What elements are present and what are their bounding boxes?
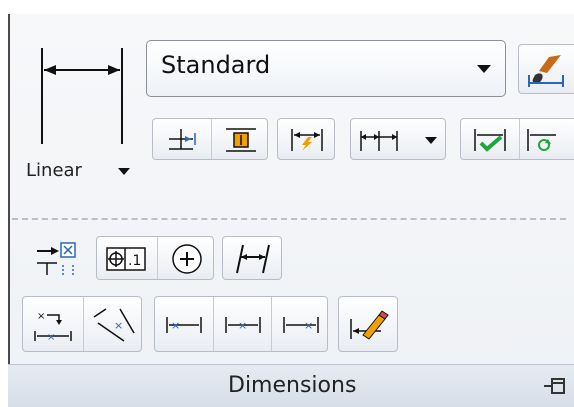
inspect-dimension-icon	[226, 128, 256, 152]
left-justify-icon: ×	[166, 317, 202, 333]
update-group	[460, 118, 574, 160]
svg-text:×: ×	[238, 319, 247, 332]
feature-control-button[interactable]: .1	[97, 237, 157, 279]
baseline-continue-split-button[interactable]	[350, 118, 446, 160]
update-icon	[474, 129, 506, 152]
linear-dimension-icon	[41, 48, 123, 144]
svg-text:×: ×	[304, 319, 313, 332]
svg-text:×: ×	[114, 319, 123, 332]
center-justify-icon: ×	[225, 317, 261, 333]
oblique-icon	[236, 244, 270, 274]
break-dimension-button[interactable]	[277, 118, 335, 160]
chevron-down-icon	[425, 137, 437, 144]
chevron-down-icon[interactable]	[118, 168, 130, 175]
svg-text:.1: .1	[128, 253, 141, 269]
oblique-text-button[interactable]: ×	[83, 297, 144, 351]
pin-icon[interactable]	[542, 373, 568, 399]
left-justify-button[interactable]: ×	[155, 297, 213, 351]
right-justify-button[interactable]: ×	[271, 297, 330, 351]
svg-text:×: ×	[171, 319, 180, 332]
dimension-edit-button[interactable]	[338, 296, 398, 352]
quickdim-group	[152, 118, 268, 160]
center-justify-button[interactable]: ×	[213, 297, 272, 351]
override-icon	[527, 129, 556, 151]
break-dimension-icon	[291, 129, 323, 151]
quick-dimension-button[interactable]	[153, 119, 211, 159]
svg-text:×: ×	[47, 332, 55, 343]
svg-text:×: ×	[37, 311, 45, 322]
oblique-button[interactable]	[222, 236, 282, 280]
top-whitespace	[0, 0, 574, 14]
panel-title: Dimensions	[228, 373, 357, 398]
oblique-text-icon: ×	[93, 308, 135, 342]
right-justify-icon: ×	[283, 317, 319, 333]
text-angle-icon: × ×	[34, 311, 72, 343]
tolerance-icon	[37, 242, 76, 275]
center-mark-icon	[172, 244, 202, 274]
dimension-style-dropdown[interactable]: Standard	[146, 40, 506, 97]
panel-separator	[12, 218, 566, 220]
dimension-edit-pencil-icon	[350, 310, 389, 340]
text-angle-button[interactable]: × ×	[23, 297, 83, 351]
linear-label[interactable]: Linear	[26, 160, 82, 181]
tolerance-button[interactable]	[24, 232, 88, 284]
panel-title-bar: Dimensions	[8, 364, 574, 407]
tolerance-center-group: .1	[96, 236, 214, 280]
dimension-style-button[interactable]	[518, 44, 574, 94]
center-mark-button[interactable]	[157, 237, 216, 279]
feature-control-frame-icon: .1	[106, 247, 146, 271]
inspect-dimension-button[interactable]	[211, 119, 270, 159]
adjust-space-button[interactable]	[461, 119, 519, 159]
dimension-style-value: Standard	[161, 51, 271, 79]
linear-dimension-button[interactable]	[34, 42, 130, 152]
baseline-icon	[360, 131, 398, 151]
chevron-down-icon	[477, 65, 491, 73]
text-edit-group: × × ×	[22, 296, 142, 352]
dimension-style-brush-icon	[528, 55, 564, 87]
reassociate-button[interactable]	[519, 119, 574, 159]
quick-dimension-icon	[169, 129, 196, 150]
justify-group: × × ×	[154, 296, 328, 352]
